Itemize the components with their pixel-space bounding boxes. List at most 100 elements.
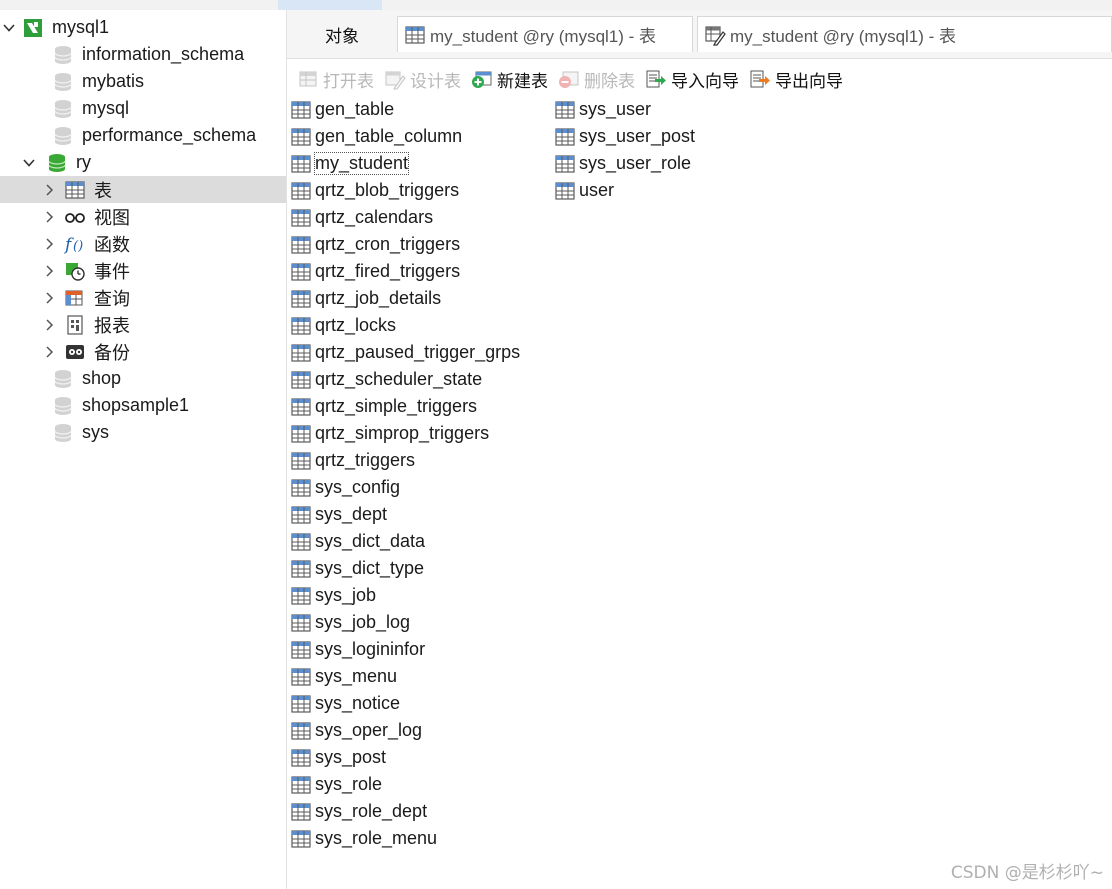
table-item-sys-user[interactable]: sys_user [554,96,651,123]
table-item-qrtz-triggers[interactable]: qrtz_triggers [290,447,415,474]
tab-bar: 对象 my_student @ry (mysql1) - 表 my_studen… [287,10,1112,59]
open-table-button[interactable]: 打开表 [297,67,374,92]
table-item-qrtz-locks[interactable]: qrtz_locks [290,312,396,339]
database-mybatis[interactable]: mybatis [0,68,286,95]
table-name: sys_post [315,747,387,767]
database-mysql[interactable]: mysql [0,95,286,122]
database-shop[interactable]: shop [0,365,286,392]
export-wizard-button[interactable]: 导出向导 [749,67,843,92]
database-information-schema[interactable]: information_schema [0,41,286,68]
new-table-label: 新建表 [497,71,548,91]
table-name: sys_oper_log [315,720,423,740]
ry-node-table[interactable]: 表 [0,176,286,203]
ry-node-report[interactable]: 报表 [0,311,286,338]
ry-node-view-glasses[interactable]: 视图 [0,203,286,230]
tree-item-label: mysql [82,98,130,118]
table-item-qrtz-cron-triggers[interactable]: qrtz_cron_triggers [290,231,460,258]
active-ribbon-tab[interactable] [278,0,382,10]
table-name: sys_config [315,477,401,497]
chevron-down-icon[interactable] [22,156,36,170]
tree-item-label: 表 [94,180,112,201]
table-item-sys-user-role[interactable]: sys_user_role [554,150,691,177]
table-icon [290,558,312,580]
table-icon [290,99,312,121]
database-ry[interactable]: ry [0,149,286,176]
table-name: sys_user_role [579,153,692,173]
table-item-sys-role[interactable]: sys_role [290,771,382,798]
table-item-qrtz-simple-triggers[interactable]: qrtz_simple_triggers [290,393,477,420]
table-item-qrtz-simprop-triggers[interactable]: qrtz_simprop_triggers [290,420,489,447]
chevron-right-icon[interactable] [42,183,56,197]
chevron-right-icon[interactable] [42,291,56,305]
tree-item-label: information_schema [82,44,245,64]
table-item-sys-config[interactable]: sys_config [290,474,400,501]
tree-item-label: 视图 [94,207,130,228]
table-item-qrtz-job-details[interactable]: qrtz_job_details [290,285,441,312]
table-item-qrtz-calendars[interactable]: qrtz_calendars [290,204,433,231]
table-icon [290,477,312,499]
table-item-sys-menu[interactable]: sys_menu [290,663,397,690]
table-icon [290,666,312,688]
table-item-sys-dict-type[interactable]: sys_dict_type [290,555,424,582]
table-item-sys-post[interactable]: sys_post [290,744,386,771]
database-performance-schema[interactable]: performance_schema [0,122,286,149]
chevron-right-icon[interactable] [42,210,56,224]
tree-item-label: performance_schema [82,125,257,145]
table-item-sys-job[interactable]: sys_job [290,582,376,609]
tree-item-label: mybatis [82,71,145,91]
table-item-sys-role-dept[interactable]: sys_role_dept [290,798,427,825]
table-item-user[interactable]: user [554,177,614,204]
design-table-button[interactable]: 设计表 [384,67,461,92]
table-name: qrtz_blob_triggers [315,180,460,200]
table-item-gen-table-column[interactable]: gen_table_column [290,123,462,150]
database-sys[interactable]: sys [0,419,286,446]
tab-my-student-table[interactable]: my_student @ry (mysql1) - 表 [397,16,693,52]
table-item-sys-dept[interactable]: sys_dept [290,501,387,528]
tab-objects[interactable]: 对象 [287,16,397,52]
ry-node-query[interactable]: 查询 [0,284,286,311]
table-item-qrtz-fired-triggers[interactable]: qrtz_fired_triggers [290,258,460,285]
database-shopsample1[interactable]: shopsample1 [0,392,286,419]
table-item-sys-user-post[interactable]: sys_user_post [554,123,695,150]
design-table-icon [384,68,406,90]
table-icon [290,450,312,472]
database-green-icon [46,152,68,174]
table-icon [554,126,576,148]
chevron-right-icon[interactable] [42,264,56,278]
connection-mysql1[interactable]: mysql1 [0,14,286,41]
chevron-down-icon[interactable] [2,21,16,35]
tab-my-student-design[interactable]: my_student @ry (mysql1) - 表 [697,16,1112,52]
table-icon [290,261,312,283]
ry-node-event-clock[interactable]: 事件 [0,257,286,284]
table-name: user [579,180,615,200]
navigator-sidebar: mysql1 information_schemamybatis mysql perf… [0,10,287,889]
table-item-sys-logininfor[interactable]: sys_logininfor [290,636,425,663]
delete-table-button[interactable]: 删除表 [558,67,635,92]
chevron-right-icon[interactable] [42,318,56,332]
chevron-right-icon[interactable] [42,237,56,251]
export-icon [749,68,771,90]
chevron-right-icon[interactable] [42,345,56,359]
table-name: sys_job [315,585,377,605]
table-item-sys-oper-log[interactable]: sys_oper_log [290,717,422,744]
import-wizard-button[interactable]: 导入向导 [645,67,739,92]
table-item-sys-dict-data[interactable]: sys_dict_data [290,528,425,555]
ry-node-backup[interactable]: 备份 [0,338,286,365]
table-icon [290,207,312,229]
database-gray-icon [52,422,74,444]
table-item-sys-role-menu[interactable]: sys_role_menu [290,825,437,852]
tab-objects-label: 对象 [325,26,359,46]
database-gray-icon [52,71,74,93]
table-item-sys-notice[interactable]: sys_notice [290,690,400,717]
tree-item-label: 报表 [94,315,130,336]
table-item-qrtz-scheduler-state[interactable]: qrtz_scheduler_state [290,366,482,393]
table-item-my-student[interactable]: my_student [290,150,410,177]
ry-node-function[interactable]: f() 函数 [0,230,286,257]
table-item-gen-table[interactable]: gen_table [290,96,394,123]
table-item-qrtz-blob-triggers[interactable]: qrtz_blob_triggers [290,177,459,204]
new-table-button[interactable]: 新建表 [471,67,548,92]
table-item-sys-job-log[interactable]: sys_job_log [290,609,410,636]
table-item-qrtz-paused-trigger-grps[interactable]: qrtz_paused_trigger_grps [290,339,520,366]
